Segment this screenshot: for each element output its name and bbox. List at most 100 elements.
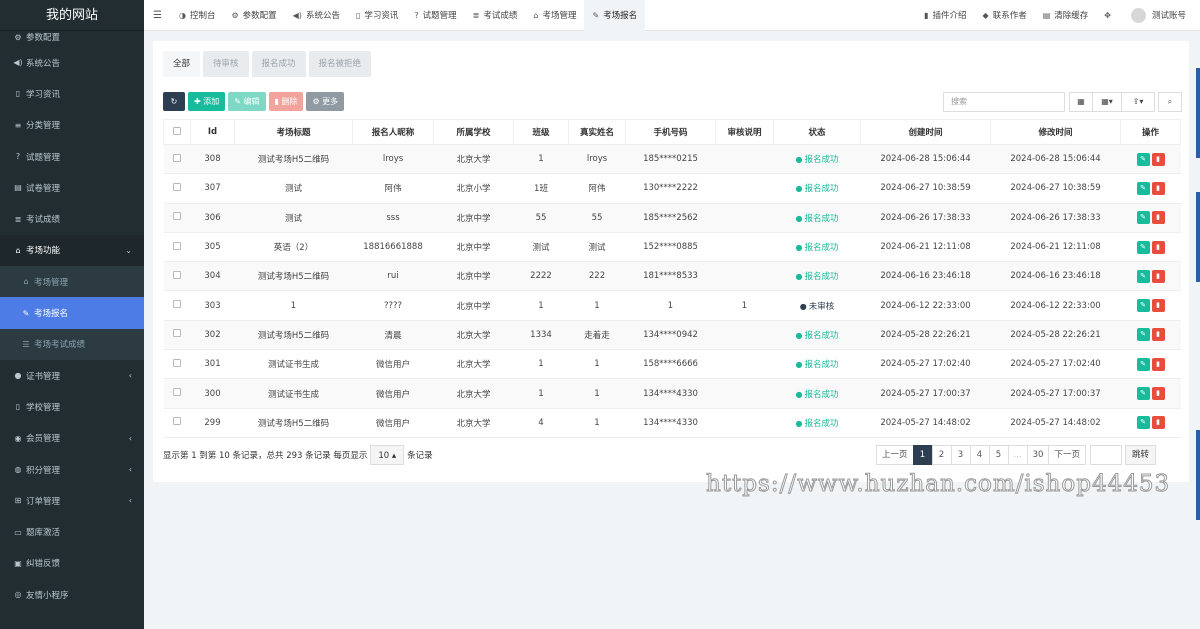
column-header[interactable]: 操作: [1120, 119, 1181, 145]
sidebar-item[interactable]: ⌂ 考场管理: [0, 266, 144, 298]
sidebar-item[interactable]: ? 试题管理: [0, 141, 144, 172]
row-checkbox[interactable]: [173, 241, 181, 250]
sidebar-item[interactable]: ⊞ 订单管理 ‹: [0, 485, 144, 516]
menu-toggle-icon[interactable]: ☰: [144, 10, 171, 21]
nav-tab[interactable]: ? 试题管理: [406, 0, 464, 31]
sidebar-item[interactable]: ⚙ 参数配置: [0, 27, 144, 47]
page-button[interactable]: 2: [931, 445, 952, 465]
sidebar-item[interactable]: ▯ 学习资讯: [0, 78, 144, 109]
row-checkbox[interactable]: [173, 153, 181, 162]
edit-row-button[interactable]: ✎: [1136, 357, 1150, 371]
sidebar-item[interactable]: ▯ 学校管理: [0, 391, 144, 422]
row-checkbox[interactable]: [173, 358, 181, 367]
sidebar-item[interactable]: ▭ 题库激活: [0, 516, 144, 547]
delete-row-button[interactable]: ▮: [1151, 328, 1165, 342]
row-checkbox[interactable]: [173, 388, 181, 397]
table-row[interactable]: 300 测试证书生成 微信用户 北京大学 1 1 134****4330 ● 报名成功 2024-…: [163, 378, 1181, 409]
sidebar-item[interactable]: ● 证书管理 ‹: [0, 360, 144, 391]
edit-row-button[interactable]: ✎: [1136, 152, 1150, 166]
table-row[interactable]: 302 测试考场H5二维码 清晨 北京大学 1334 走着走 134****0942 ● 报名成…: [163, 320, 1181, 351]
fullscreen-button[interactable]: ✥: [1096, 0, 1123, 31]
page-jump-input[interactable]: [1089, 445, 1122, 465]
column-header[interactable]: 所属学校: [433, 119, 514, 145]
filter-tab[interactable]: 报名被拒绝: [308, 51, 372, 77]
page-button[interactable]: 4: [969, 445, 990, 465]
sidebar-item[interactable]: ≡ 分类管理: [0, 110, 144, 141]
table-row[interactable]: 304 测试考场H5二维码 rui 北京中学 2222 222 181****8533 ● 报名…: [163, 261, 1181, 292]
page-button[interactable]: 30: [1026, 445, 1050, 465]
delete-row-button[interactable]: ▮: [1151, 299, 1165, 313]
contact-link[interactable]: ◆ 联系作者: [975, 0, 1035, 31]
delete-row-button[interactable]: ▮: [1151, 357, 1165, 371]
column-header[interactable]: Id: [190, 119, 235, 145]
edit-row-button[interactable]: ✎: [1136, 416, 1150, 430]
delete-row-button[interactable]: ▮: [1151, 269, 1165, 283]
page-button[interactable]: 3: [950, 445, 971, 465]
delete-row-button[interactable]: ▮: [1151, 211, 1165, 225]
nav-tab[interactable]: ✎ 考场报名: [584, 0, 646, 31]
column-header[interactable]: 状态: [773, 119, 861, 145]
columns-button[interactable]: ▦▾: [1092, 92, 1122, 112]
delete-row-button[interactable]: ▮: [1151, 240, 1165, 254]
sidebar-item[interactable]: ✎ 考场报名: [0, 297, 144, 329]
column-header[interactable]: 审核说明: [715, 119, 774, 145]
select-all-checkbox[interactable]: [173, 126, 181, 135]
sidebar-item[interactable]: ◍ 积分管理 ‹: [0, 454, 144, 485]
table-row[interactable]: 305 英语（2） 18816661888 北京中学 测试 测试 152****0885 ● 报…: [163, 232, 1181, 263]
nav-tab[interactable]: ▯ 学习资讯: [348, 0, 406, 31]
row-checkbox[interactable]: [173, 212, 181, 221]
advanced-search-button[interactable]: ⌕: [1158, 92, 1182, 112]
sidebar-item[interactable]: ◀) 系统公告: [0, 47, 144, 78]
nav-tab[interactable]: ◀) 系统公告: [285, 0, 348, 31]
page-button[interactable]: 5: [988, 445, 1009, 465]
sidebar-item[interactable]: ◎ 友情小程序: [0, 579, 144, 610]
edit-button[interactable]: ✎ 编辑: [228, 92, 266, 111]
table-row[interactable]: 301 测试证书生成 微信用户 北京大学 1 1 158****6666 ● 报名成功 2024-…: [163, 349, 1181, 380]
filter-tab[interactable]: 全部: [163, 51, 201, 77]
plugin-link[interactable]: ▮ 插件介绍: [916, 0, 974, 31]
sidebar-item[interactable]: ◉ 会员管理 ‹: [0, 423, 144, 454]
delete-button[interactable]: ▮ 删除: [268, 92, 304, 111]
toggle-view-button[interactable]: ▦: [1069, 92, 1093, 112]
edit-row-button[interactable]: ✎: [1136, 240, 1150, 254]
row-checkbox[interactable]: [173, 417, 181, 426]
table-row[interactable]: 308 测试考场H5二维码 lroys 北京大学 1 lroys 185****0215 ● 报…: [163, 144, 1181, 175]
delete-row-button[interactable]: ▮: [1151, 416, 1165, 430]
table-row[interactable]: 307 测试 阿伟 北京小学 1班 阿伟 130****2222 ● 报名成功 2024-06-2…: [163, 173, 1181, 204]
column-header[interactable]: 班级: [513, 119, 569, 145]
sidebar-item[interactable]: ▤ 试卷管理: [0, 172, 144, 203]
column-header[interactable]: 创建时间: [860, 119, 991, 145]
edit-row-button[interactable]: ✎: [1136, 299, 1150, 313]
nav-tab[interactable]: ◑ 控制台: [171, 0, 224, 31]
prev-page-button[interactable]: 上一页: [876, 445, 914, 465]
filter-tab[interactable]: 待审核: [203, 51, 249, 77]
sidebar-item[interactable]: ⌂ 考场功能 ⌄: [0, 234, 144, 267]
nav-tab[interactable]: ⌂ 考场管理: [525, 0, 584, 31]
export-button[interactable]: ⇪▾: [1121, 92, 1155, 112]
nav-tab[interactable]: ⚙ 参数配置: [223, 0, 284, 31]
sidebar-item[interactable]: ▣ 纠错反馈: [0, 548, 144, 579]
edit-row-button[interactable]: ✎: [1136, 328, 1150, 342]
column-header[interactable]: 报名人昵称: [352, 119, 434, 145]
edit-row-button[interactable]: ✎: [1136, 387, 1150, 401]
more-button[interactable]: ⚙ 更多: [306, 92, 345, 111]
page-size-select[interactable]: 10 ▴: [370, 445, 405, 465]
edit-row-button[interactable]: ✎: [1136, 269, 1150, 283]
search-input[interactable]: 搜索: [943, 92, 1065, 112]
column-header[interactable]: 真实姓名: [568, 119, 626, 145]
delete-row-button[interactable]: ▮: [1151, 152, 1165, 166]
sidebar-item[interactable]: ≣ 考试成绩: [0, 203, 144, 234]
add-button[interactable]: ✚ 添加: [188, 92, 226, 111]
account-menu[interactable]: 测试账号: [1123, 0, 1200, 31]
page-button[interactable]: 1: [912, 445, 933, 465]
edit-row-button[interactable]: ✎: [1136, 181, 1150, 195]
delete-row-button[interactable]: ▮: [1151, 181, 1165, 195]
delete-row-button[interactable]: ▮: [1151, 387, 1165, 401]
table-row[interactable]: 303 1???? 北京中学 1 1 1 1 ● 未审核 2024-06-12 22:33:00 2…: [163, 290, 1181, 321]
column-header[interactable]: 考场标题: [234, 119, 353, 145]
nav-tab[interactable]: ≣ 考试成绩: [465, 0, 526, 31]
table-row[interactable]: 299 测试考场H5二维码 微信用户 北京大学 4 1 134****4330 ● 报名成功 20…: [163, 408, 1181, 438]
row-checkbox[interactable]: [173, 300, 181, 309]
edit-row-button[interactable]: ✎: [1136, 211, 1150, 225]
filter-tab[interactable]: 报名成功: [251, 51, 306, 77]
